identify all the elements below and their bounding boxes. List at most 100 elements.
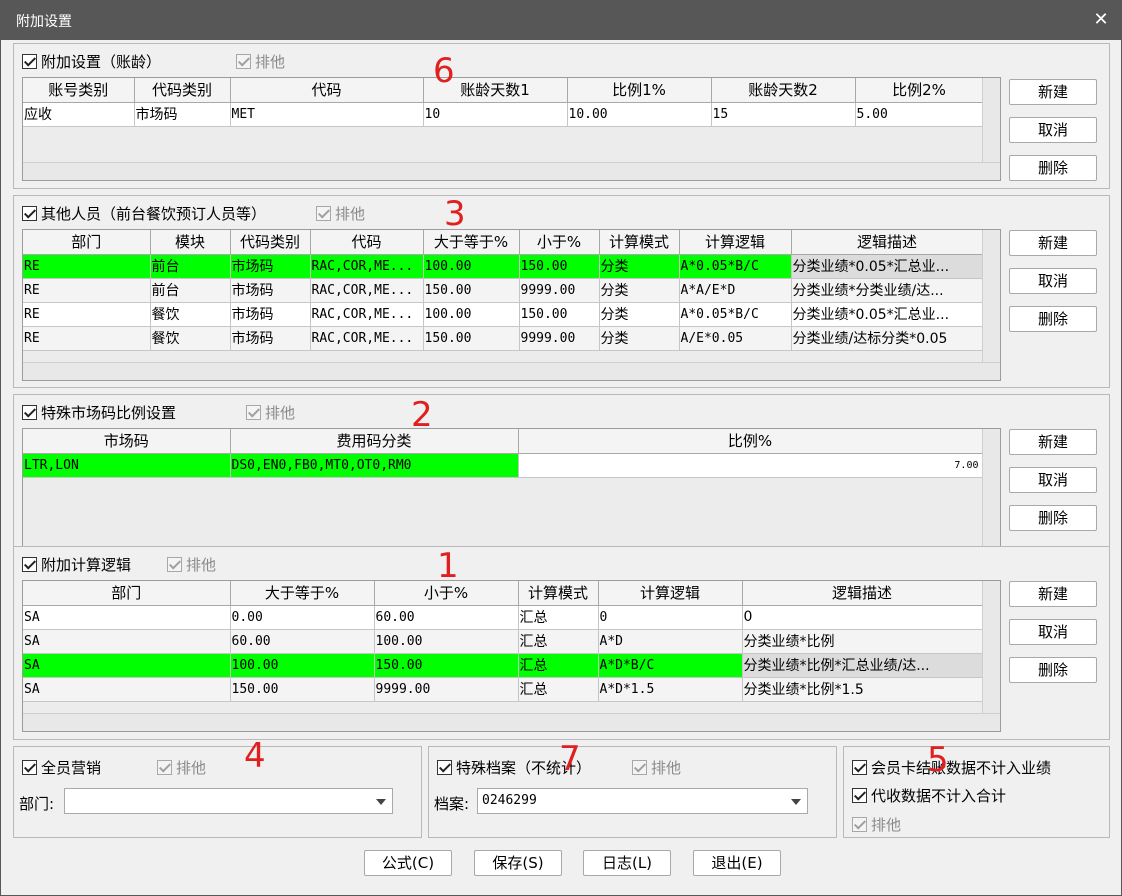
table-row[interactable]: SA 0.00 60.00 汇总 0 0 (23, 605, 983, 630)
table-cell[interactable]: 分类业绩*0.05*汇总业... (791, 302, 984, 327)
table-cell[interactable]: 分类业绩*0.05*汇总业... (791, 254, 984, 279)
chevron-down-icon[interactable] (791, 799, 801, 805)
formula-button[interactable]: 公式(C) (364, 850, 452, 876)
table-row[interactable]: RE 餐饮 市场码 RAC,COR,ME... 100.00 150.00 分类… (23, 302, 984, 327)
table-cell[interactable]: 市场码 (230, 326, 311, 351)
table-cell[interactable]: 市场码 (230, 278, 311, 303)
table-row[interactable]: SA 150.00 9999.00 汇总 A*D*1.5 分类业绩*比例*1.5 (23, 677, 983, 702)
column-header[interactable]: 账龄天数2 (711, 78, 856, 103)
table-cell[interactable]: 分类 (599, 254, 680, 279)
column-header[interactable]: 比例1% (567, 78, 712, 103)
table-cell[interactable]: 市场码 (134, 102, 231, 127)
table-cell[interactable]: A*0.05*B/C (679, 254, 792, 279)
table-cell[interactable]: 汇总 (518, 605, 599, 630)
marketing-checkbox[interactable]: 全员营销 (22, 757, 101, 778)
table-cell[interactable]: 前台 (150, 254, 231, 279)
aging-checkbox[interactable]: 附加设置（账龄） (22, 51, 161, 72)
archive-select[interactable]: 0246299 (477, 788, 808, 814)
table-cell[interactable]: 分类业绩*比例*1.5 (742, 677, 983, 702)
table-row-selected[interactable]: RE 前台 市场码 RAC,COR,ME... 100.00 150.00 分类… (23, 254, 984, 279)
column-header[interactable]: 代码 (310, 230, 424, 255)
aging-delete-button[interactable]: 删除 (1009, 155, 1097, 181)
vertical-scrollbar[interactable] (982, 429, 1000, 554)
aging-grid[interactable]: 账号类别 代码类别 代码 账龄天数1 比例1% 账龄天数2 比例2% 应收 市场… (22, 77, 1001, 181)
table-cell[interactable]: RE (23, 302, 151, 327)
table-cell[interactable]: 汇总 (518, 677, 599, 702)
table-cell[interactable]: 0 (598, 605, 743, 630)
others-new-button[interactable]: 新建 (1009, 230, 1097, 256)
chevron-down-icon[interactable] (376, 799, 386, 805)
column-header[interactable]: 费用码分类 (230, 429, 519, 454)
table-cell[interactable]: A/E*0.05 (679, 326, 792, 351)
calc-delete-button[interactable]: 删除 (1009, 657, 1097, 683)
save-button[interactable]: 保存(S) (474, 850, 562, 876)
log-button[interactable]: 日志(L) (583, 850, 671, 876)
table-cell[interactable]: 100.00 (374, 629, 519, 654)
dept-select[interactable] (64, 788, 393, 814)
table-cell[interactable]: 150.00 (519, 254, 600, 279)
column-header[interactable]: 代码 (230, 78, 424, 103)
table-cell[interactable]: 分类业绩*比例*汇总业绩/达... (742, 653, 983, 678)
vertical-scrollbar[interactable] (982, 230, 1000, 364)
column-header[interactable]: 计算模式 (599, 230, 680, 255)
column-header[interactable]: 计算模式 (518, 581, 599, 606)
table-cell[interactable]: 市场码 (230, 254, 311, 279)
table-cell[interactable]: 150.00 (230, 677, 375, 702)
market-new-button[interactable]: 新建 (1009, 429, 1097, 455)
table-cell[interactable]: RAC,COR,ME... (310, 302, 424, 327)
column-header[interactable]: 部门 (23, 230, 151, 255)
market-checkbox[interactable]: 特殊市场码比例设置 (22, 402, 176, 423)
table-cell[interactable]: 100.00 (423, 302, 520, 327)
table-cell[interactable]: 0.00 (230, 605, 375, 630)
column-header[interactable]: 逻辑描述 (742, 581, 983, 606)
column-header[interactable]: 代码类别 (134, 78, 231, 103)
table-row[interactable]: 应收 市场码 MET 10 10.00 15 5.00 (23, 102, 984, 127)
column-header[interactable]: 模块 (150, 230, 231, 255)
market-delete-button[interactable]: 删除 (1009, 505, 1097, 531)
column-header[interactable]: 大于等于% (423, 230, 520, 255)
calc-new-button[interactable]: 新建 (1009, 581, 1097, 607)
table-cell[interactable]: 0 (742, 605, 983, 630)
table-cell[interactable]: 150.00 (423, 278, 520, 303)
table-cell[interactable]: A*D*1.5 (598, 677, 743, 702)
table-cell[interactable]: 60.00 (230, 629, 375, 654)
table-cell[interactable]: 市场码 (230, 302, 311, 327)
close-icon[interactable]: ✕ (1080, 0, 1122, 40)
calc-checkbox[interactable]: 附加计算逻辑 (22, 554, 131, 575)
others-delete-button[interactable]: 删除 (1009, 306, 1097, 332)
table-cell[interactable]: 60.00 (374, 605, 519, 630)
table-cell[interactable]: SA (23, 677, 231, 702)
table-row[interactable]: SA 60.00 100.00 汇总 A*D 分类业绩*比例 (23, 629, 983, 654)
table-cell[interactable]: 7.00 (518, 453, 983, 478)
aging-new-button[interactable]: 新建 (1009, 79, 1097, 105)
exit-button[interactable]: 退出(E) (693, 850, 781, 876)
table-cell[interactable]: 前台 (150, 278, 231, 303)
column-header[interactable]: 小于% (519, 230, 600, 255)
table-cell[interactable]: 150.00 (519, 302, 600, 327)
table-cell[interactable]: 150.00 (423, 326, 520, 351)
table-cell[interactable]: 分类 (599, 326, 680, 351)
table-cell[interactable]: LTR,LON (23, 453, 231, 478)
table-cell[interactable]: 5.00 (855, 102, 984, 127)
column-header[interactable]: 代码类别 (230, 230, 311, 255)
table-cell[interactable]: RAC,COR,ME... (310, 326, 424, 351)
table-cell[interactable]: 餐饮 (150, 302, 231, 327)
calc-grid[interactable]: 部门 大于等于% 小于% 计算模式 计算逻辑 逻辑描述 SA 0.00 60.0… (22, 580, 1001, 732)
table-cell[interactable]: SA (23, 605, 231, 630)
column-header[interactable]: 大于等于% (230, 581, 375, 606)
others-checkbox[interactable]: 其他人员（前台餐饮预订人员等） (22, 203, 266, 224)
table-cell[interactable]: 15 (711, 102, 856, 127)
table-cell[interactable]: A*D (598, 629, 743, 654)
table-cell[interactable]: 分类 (599, 278, 680, 303)
table-cell[interactable]: 100.00 (230, 653, 375, 678)
horizontal-scrollbar[interactable] (23, 713, 1000, 731)
table-row[interactable]: RE 餐饮 市场码 RAC,COR,ME... 150.00 9999.00 分… (23, 326, 984, 351)
table-cell[interactable]: A*D*B/C (598, 653, 743, 678)
vertical-scrollbar[interactable] (982, 581, 1000, 715)
vertical-scrollbar[interactable] (982, 78, 1000, 164)
table-row[interactable]: RE 前台 市场码 RAC,COR,ME... 150.00 9999.00 分… (23, 278, 984, 303)
column-header[interactable]: 计算逻辑 (598, 581, 743, 606)
table-cell[interactable]: 汇总 (518, 653, 599, 678)
table-cell[interactable]: RE (23, 254, 151, 279)
table-cell[interactable]: 150.00 (374, 653, 519, 678)
